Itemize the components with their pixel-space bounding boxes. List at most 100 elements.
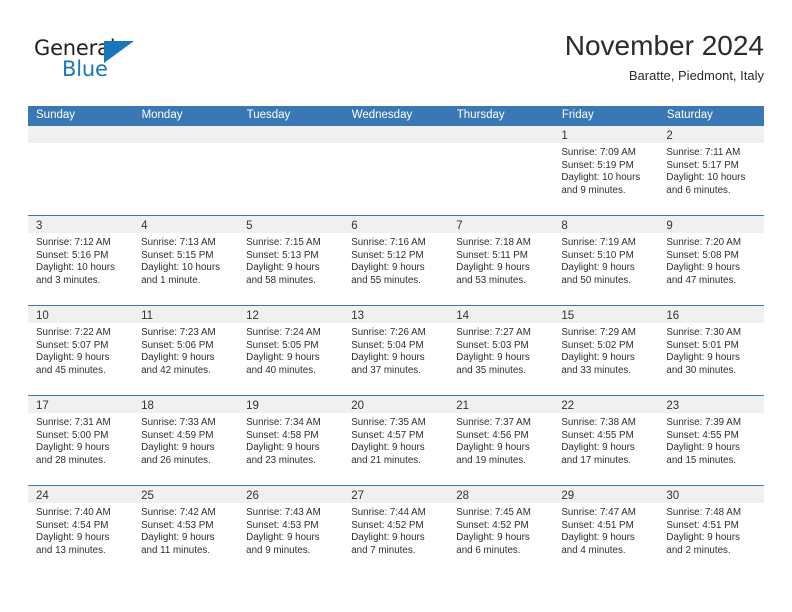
daylight-text-line1: Daylight: 9 hours — [666, 352, 740, 364]
daylight-text-line2: and 19 minutes. — [456, 454, 526, 466]
day-cell[interactable]: 18 Sunrise: 7:33 AM Sunset: 4:59 PM Dayligh… — [133, 395, 239, 486]
daylight-text-line2: and 35 minutes. — [456, 364, 526, 376]
day-cell[interactable] — [238, 125, 344, 216]
daylight-text-line2: and 53 minutes. — [456, 274, 526, 286]
day-cell[interactable]: 1 Sunrise: 7:09 AM Sunset: 5:19 PM Daylight… — [553, 125, 659, 216]
day-cell[interactable]: 20 Sunrise: 7:35 AM Sunset: 4:57 PM Dayligh… — [343, 395, 449, 486]
day-number — [343, 130, 351, 142]
sunrise-text: Sunrise: 7:44 AM — [351, 507, 426, 518]
logo-text-blue: Blue — [62, 57, 108, 81]
day-number: 21 — [456, 400, 470, 412]
day-cell[interactable]: 8 Sunrise: 7:19 AM Sunset: 5:10 PM Daylight… — [553, 215, 659, 306]
daylight-text-line2: and 47 minutes. — [666, 274, 737, 286]
calendar-grid: Sunday Monday Tuesday Wednesday Thursday… — [28, 106, 765, 576]
day-cell[interactable]: 29 Sunrise: 7:47 AM Sunset: 4:51 PM Dayligh… — [553, 485, 659, 576]
sunset-text: Sunset: 5:03 PM — [456, 339, 529, 351]
daylight-text-line2: and 26 minutes. — [141, 454, 211, 466]
day-cell[interactable] — [28, 125, 134, 216]
day-number: 2 — [666, 130, 673, 142]
sunset-text: Sunset: 4:51 PM — [666, 519, 739, 531]
day-cell[interactable]: 26 Sunrise: 7:43 AM Sunset: 4:53 PM Dayligh… — [238, 485, 344, 576]
sunset-text: Sunset: 5:10 PM — [561, 249, 634, 261]
daylight-text-line2: and 28 minutes. — [36, 454, 106, 466]
day-cell[interactable]: 6 Sunrise: 7:16 AM Sunset: 5:12 PM Daylight… — [343, 215, 449, 306]
sunset-text: Sunset: 5:13 PM — [246, 249, 319, 261]
sunset-text: Sunset: 4:53 PM — [141, 519, 214, 531]
sunset-text: Sunset: 5:11 PM — [456, 249, 528, 261]
day-cell[interactable]: 10 Sunrise: 7:22 AM Sunset: 5:07 PM Dayligh… — [28, 305, 134, 396]
calendar-week-row: 17 Sunrise: 7:31 AM Sunset: 5:00 PM Dayligh… — [28, 395, 764, 486]
daylight-text-line1: Daylight: 9 hours — [246, 442, 320, 454]
sunset-text: Sunset: 4:52 PM — [351, 519, 424, 531]
sunrise-text: Sunrise: 7:37 AM — [456, 417, 531, 428]
day-cell[interactable]: 4 Sunrise: 7:13 AM Sunset: 5:15 PM Daylight… — [133, 215, 239, 306]
day-number: 11 — [141, 310, 154, 322]
daylight-text-line2: and 7 minutes. — [351, 544, 416, 556]
sunrise-text: Sunrise: 7:45 AM — [456, 507, 531, 518]
day-cell[interactable]: 28 Sunrise: 7:45 AM Sunset: 4:52 PM Dayligh… — [448, 485, 554, 576]
sunrise-text: Sunrise: 7:24 AM — [246, 327, 321, 338]
sunset-text: Sunset: 4:57 PM — [351, 429, 424, 441]
daylight-text-line2: and 50 minutes. — [561, 274, 632, 286]
day-number: 20 — [351, 400, 364, 412]
day-cell[interactable]: 17 Sunrise: 7:31 AM Sunset: 5:00 PM Dayligh… — [28, 395, 134, 486]
logo-triangle-icon — [104, 41, 134, 63]
day-cell[interactable]: 7 Sunrise: 7:18 AM Sunset: 5:11 PM Daylight… — [448, 215, 554, 306]
sunrise-text: Sunrise: 7:31 AM — [36, 417, 111, 428]
page-subtitle: Baratte, Piedmont, Italy — [628, 68, 764, 83]
general-blue-logo[interactable]: General Blue — [34, 36, 149, 92]
day-cell[interactable] — [343, 125, 449, 216]
sunrise-text: Sunrise: 7:30 AM — [666, 327, 741, 338]
daylight-text-line1: Daylight: 9 hours — [456, 442, 530, 454]
daylight-text-line2: and 11 minutes. — [141, 544, 211, 556]
day-number: 4 — [141, 220, 148, 232]
daylight-text-line2: and 9 minutes. — [246, 544, 311, 556]
daylight-text-line1: Daylight: 9 hours — [561, 442, 635, 454]
day-cell[interactable]: 27 Sunrise: 7:44 AM Sunset: 4:52 PM Dayligh… — [343, 485, 449, 576]
day-cell[interactable]: 19 Sunrise: 7:34 AM Sunset: 4:58 PM Dayligh… — [238, 395, 344, 486]
day-number: 6 — [351, 220, 358, 232]
sunset-text: Sunset: 4:54 PM — [36, 519, 109, 531]
daylight-text-line1: Daylight: 9 hours — [36, 442, 110, 454]
day-cell[interactable]: 21 Sunrise: 7:37 AM Sunset: 4:56 PM Dayligh… — [448, 395, 554, 486]
day-cell[interactable]: 3 Sunrise: 7:12 AM Sunset: 5:16 PM Daylight… — [28, 215, 134, 306]
day-cell[interactable]: 12 Sunrise: 7:24 AM Sunset: 5:05 PM Dayligh… — [238, 305, 344, 396]
day-cell[interactable]: 9 Sunrise: 7:20 AM Sunset: 5:08 PM Daylight… — [658, 215, 764, 306]
daylight-text-line1: Daylight: 9 hours — [351, 442, 425, 454]
day-cell[interactable]: 15 Sunrise: 7:29 AM Sunset: 5:02 PM Dayligh… — [553, 305, 659, 396]
day-cell[interactable]: 22 Sunrise: 7:38 AM Sunset: 4:55 PM Dayligh… — [553, 395, 659, 486]
day-cell[interactable]: 13 Sunrise: 7:26 AM Sunset: 5:04 PM Dayligh… — [343, 305, 449, 396]
day-cell[interactable]: 23 Sunrise: 7:39 AM Sunset: 4:55 PM Dayligh… — [658, 395, 764, 486]
day-cell[interactable]: 11 Sunrise: 7:23 AM Sunset: 5:06 PM Dayligh… — [133, 305, 239, 396]
day-number — [448, 130, 456, 142]
daylight-text-line2: and 17 minutes. — [561, 454, 632, 466]
day-number: 1 — [561, 130, 568, 142]
daylight-text-line2: and 30 minutes. — [666, 364, 737, 376]
weekday-header-wednesday: Wednesday — [343, 106, 449, 126]
daylight-text-line1: Daylight: 10 hours — [141, 262, 221, 274]
daylight-text-line1: Daylight: 9 hours — [141, 352, 215, 364]
sunrise-text: Sunrise: 7:47 AM — [561, 507, 636, 518]
calendar-week-row: 3 Sunrise: 7:12 AM Sunset: 5:16 PM Daylight… — [28, 215, 764, 306]
daylight-text-line1: Daylight: 9 hours — [561, 262, 635, 274]
sunset-text: Sunset: 5:00 PM — [36, 429, 109, 441]
day-cell[interactable]: 16 Sunrise: 7:30 AM Sunset: 5:01 PM Dayligh… — [658, 305, 764, 396]
sunrise-text: Sunrise: 7:18 AM — [456, 237, 531, 248]
daylight-text-line2: and 45 minutes. — [36, 364, 106, 376]
day-number: 19 — [246, 400, 259, 412]
day-cell[interactable]: 14 Sunrise: 7:27 AM Sunset: 5:03 PM Dayligh… — [448, 305, 554, 396]
daylight-text-line1: Daylight: 9 hours — [666, 262, 740, 274]
sunrise-text: Sunrise: 7:48 AM — [666, 507, 741, 518]
daylight-text-line1: Daylight: 10 hours — [36, 262, 115, 274]
day-number: 28 — [456, 490, 470, 502]
day-cell[interactable] — [133, 125, 239, 216]
day-number: 25 — [141, 490, 154, 502]
day-cell[interactable]: 2 Sunrise: 7:11 AM Sunset: 5:17 PM Daylight… — [658, 125, 764, 216]
day-cell[interactable]: 25 Sunrise: 7:42 AM Sunset: 4:53 PM Dayligh… — [133, 485, 239, 576]
day-cell[interactable]: 30 Sunrise: 7:48 AM Sunset: 4:51 PM Dayligh… — [658, 485, 764, 576]
day-cell[interactable]: 24 Sunrise: 7:40 AM Sunset: 4:54 PM Dayligh… — [28, 485, 134, 576]
day-cell[interactable] — [448, 125, 554, 216]
sunrise-text: Sunrise: 7:11 AM — [666, 147, 741, 158]
daylight-text-line2: and 4 minutes. — [561, 544, 626, 556]
day-cell[interactable]: 5 Sunrise: 7:15 AM Sunset: 5:13 PM Daylight… — [238, 215, 344, 306]
